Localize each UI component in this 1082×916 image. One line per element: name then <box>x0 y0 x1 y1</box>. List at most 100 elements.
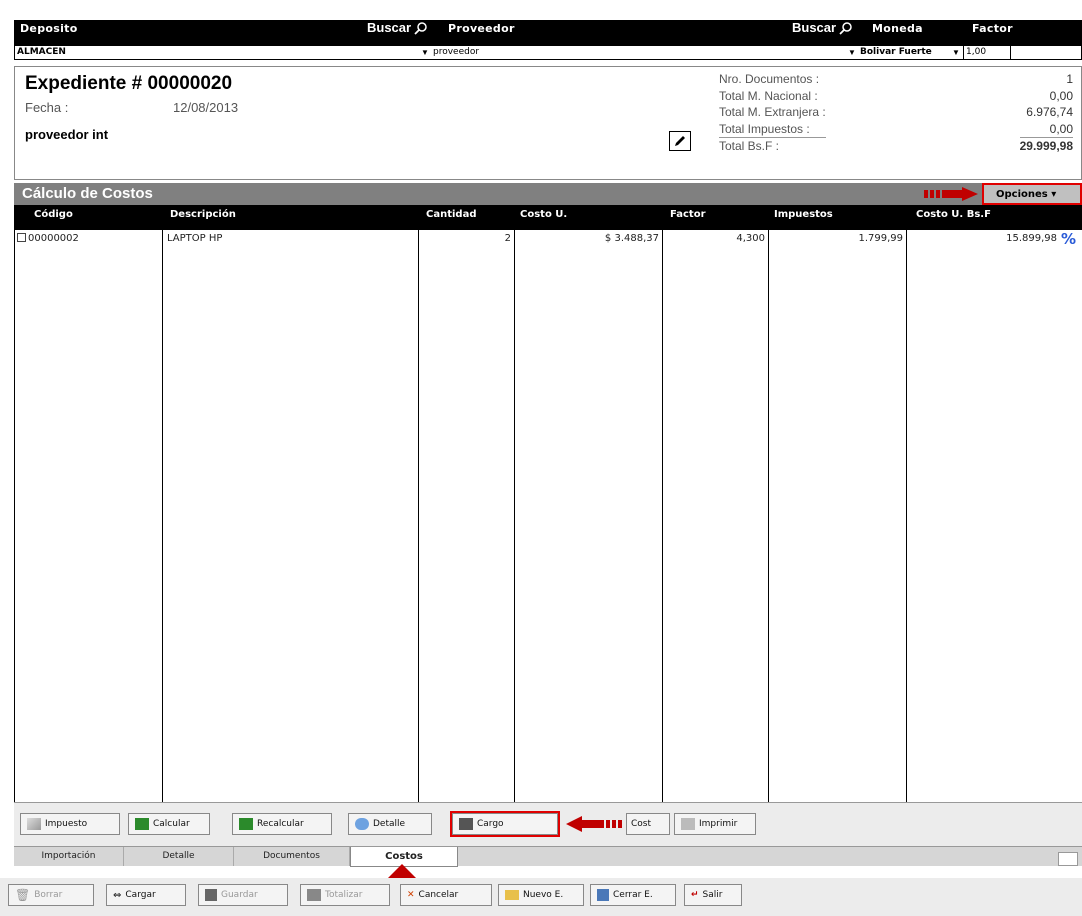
imprimir-button[interactable]: Imprimir <box>674 813 756 835</box>
chevron-down-icon[interactable]: ▼ <box>847 46 857 59</box>
cerrar-label: Cerrar E. <box>613 890 653 900</box>
row-cantidad: 2 <box>504 233 511 244</box>
moneda-label: Moneda <box>872 22 923 35</box>
percent-icon[interactable]: % <box>1061 230 1076 248</box>
row-codigo: 00000002 <box>17 233 79 244</box>
totals-labels: Nro. Documentos : Total M. Nacional : To… <box>719 71 826 155</box>
factor-label: Factor <box>972 22 1013 35</box>
proveedor-name: proveedor int <box>25 127 109 142</box>
impuesto-label: Impuesto <box>45 819 88 829</box>
cancelar-button[interactable]: ✕ Cancelar <box>400 884 492 906</box>
cargo-button[interactable]: Cargo <box>450 811 560 837</box>
detalle-label: Detalle <box>373 819 406 829</box>
pencil-icon <box>675 136 685 146</box>
cancel-icon: ✕ <box>407 890 415 900</box>
col-impuestos[interactable]: Impuestos <box>774 209 833 220</box>
total-label: Total Bs.F : <box>719 137 826 155</box>
column-divider <box>162 230 163 802</box>
costos-table: 00000002 LAPTOP HP 2 $ 3.488,37 4,300 1.… <box>14 230 1082 802</box>
total-value: 6.976,74 <box>1026 105 1073 119</box>
proveedor-label: Proveedor <box>448 22 515 35</box>
nuevo-label: Nuevo E. <box>523 890 564 900</box>
cargar-button[interactable]: ⇔ Cargar <box>106 884 186 906</box>
opciones-dropdown[interactable]: Opciones ▾ <box>982 183 1082 205</box>
salir-button[interactable]: ↵ Salir <box>684 884 742 906</box>
tab-documentos[interactable]: Documentos <box>234 847 350 866</box>
nuevo-button[interactable]: Nuevo E. <box>498 884 584 906</box>
exit-icon: ↵ <box>691 890 699 900</box>
row-checkbox[interactable] <box>17 233 26 242</box>
imprimir-label: Imprimir <box>699 819 738 829</box>
row-costo-bsf: 15.899,98 <box>1006 233 1057 244</box>
column-divider <box>514 230 515 802</box>
chevron-down-icon[interactable]: ▼ <box>951 46 961 59</box>
total-label: Nro. Documentos : <box>719 72 820 86</box>
recalc-icon <box>239 818 253 830</box>
guardar-button[interactable]: Guardar <box>198 884 288 906</box>
recalcular-label: Recalcular <box>257 819 304 829</box>
totalizar-button[interactable]: Totalizar <box>300 884 390 906</box>
tab-bar: Importación Detalle Documentos Costos <box>14 846 1082 867</box>
buscar-deposito-label: Buscar <box>367 20 412 35</box>
trash-icon: 🗑 <box>15 888 31 902</box>
cost-label: Cost <box>631 819 652 829</box>
col-costo-bsf[interactable]: Costo U. Bs.F <box>916 209 991 220</box>
detalle-button[interactable]: Detalle <box>348 813 432 835</box>
totalize-icon <box>307 889 321 901</box>
opciones-label: Opciones <box>996 189 1048 200</box>
col-factor[interactable]: Factor <box>670 209 706 220</box>
deposito-select[interactable]: ALMACEN <box>15 46 429 59</box>
cost-button[interactable]: Cost <box>626 813 670 835</box>
fecha-value: 12/08/2013 <box>173 100 239 115</box>
impuesto-button[interactable]: Impuesto <box>20 813 120 835</box>
row-costo-u: $ 3.488,37 <box>604 233 659 244</box>
cancelar-label: Cancelar <box>418 890 459 900</box>
cart-icon <box>459 818 473 830</box>
deposito-label: Deposito <box>20 22 78 35</box>
spreadsheet-icon <box>135 818 149 830</box>
column-divider <box>906 230 907 802</box>
row-factor: 4,300 <box>736 233 765 244</box>
calcular-button[interactable]: Calcular <box>128 813 210 835</box>
cargo-label: Cargo <box>477 819 504 829</box>
column-divider <box>768 230 769 802</box>
arrow-left-icon <box>566 816 622 832</box>
costos-window: Deposito Buscar Proveedor Buscar Moneda … <box>0 0 1082 916</box>
fecha-label: Fecha : <box>25 100 69 115</box>
tab-importacion[interactable]: Importación <box>14 847 124 866</box>
save-icon <box>205 889 217 901</box>
edit-button[interactable] <box>669 131 691 151</box>
col-descripcion[interactable]: Descripción <box>170 209 236 220</box>
tax-icon <box>27 818 41 830</box>
factor-input[interactable]: 1,00 <box>963 46 1011 59</box>
action-toolbar: Impuesto Calcular Recalcular Detalle Car… <box>14 802 1082 846</box>
recalcular-button[interactable]: Recalcular <box>232 813 332 835</box>
tab-detalle[interactable]: Detalle <box>124 847 234 866</box>
expediente-panel: Expediente # 00000020 Fecha : 12/08/2013… <box>14 66 1082 180</box>
row-descripcion: LAPTOP HP <box>167 233 223 244</box>
row-codigo-text: 00000002 <box>28 233 79 244</box>
cerrar-button[interactable]: Cerrar E. <box>590 884 676 906</box>
list-view-icon[interactable] <box>1058 852 1078 866</box>
calculo-title: Cálculo de Costos <box>22 185 153 202</box>
search-icon <box>414 21 427 35</box>
col-costo-u[interactable]: Costo U. <box>520 209 567 220</box>
total-label: Total M. Nacional : <box>719 88 818 103</box>
borrar-label: Borrar <box>34 890 63 900</box>
col-cantidad[interactable]: Cantidad <box>426 209 476 220</box>
moneda-select[interactable]: Bolivar Fuerte <box>858 46 962 59</box>
expediente-title: Expediente # 00000020 <box>25 73 233 94</box>
buscar-deposito-button[interactable]: Buscar <box>367 20 428 35</box>
table-header: Código Descripción Cantidad Costo U. Fac… <box>14 205 1082 230</box>
total-value: 29.999,98 <box>1019 137 1073 153</box>
col-codigo[interactable]: Código <box>34 209 73 220</box>
total-label: Total Impuestos : <box>719 121 810 136</box>
bottom-bar: 🗑 Borrar ⇔ Cargar Guardar Totalizar ✕ Ca… <box>0 878 1082 916</box>
chevron-down-icon: ▾ <box>1051 189 1057 200</box>
proveedor-select[interactable]: proveedor <box>431 46 851 59</box>
column-divider <box>418 230 419 802</box>
buscar-proveedor-button[interactable]: Buscar <box>792 20 853 35</box>
totalizar-label: Totalizar <box>325 890 363 900</box>
chevron-down-icon[interactable]: ▼ <box>420 46 430 59</box>
borrar-button[interactable]: 🗑 Borrar <box>8 884 94 906</box>
